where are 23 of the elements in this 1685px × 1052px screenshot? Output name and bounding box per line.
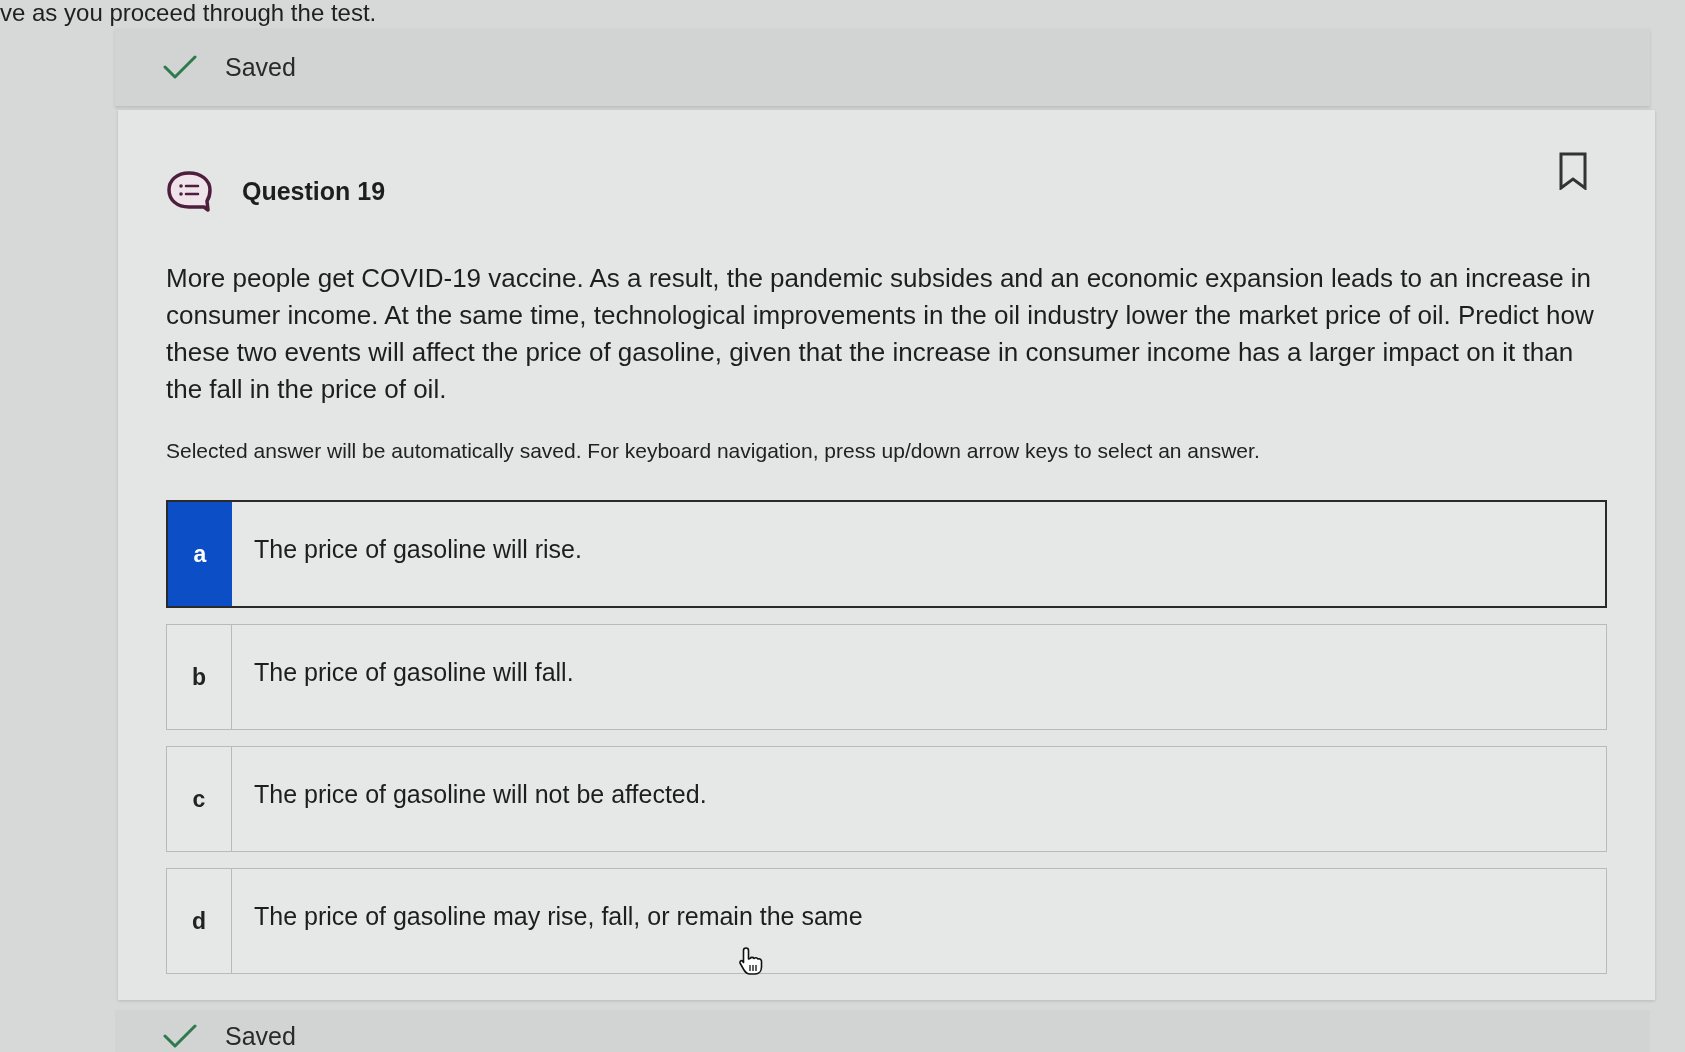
option-text: The price of gasoline will fall. — [254, 657, 574, 687]
question-text: More people get COVID-19 vaccine. As a result, the pandemic subsides and an economic expansion leads to an increase in consumer income. At the same time, technological improvements in the oil industry lower the market price of oil. Predict how these two events will affect the price of gasoline, given that the increase in consumer income has a larger impact on it than the fall in the price of oil. — [166, 262, 1595, 406]
answer-option[interactable]: c The price of gasoline will not be affected. — [166, 746, 1607, 852]
option-letter: b — [167, 625, 232, 729]
save-status-text: Saved — [225, 1021, 296, 1051]
option-text: The price of gasoline will rise. — [254, 534, 582, 564]
answer-option[interactable]: d The price of gasoline may rise, fall, or remain the same — [166, 868, 1607, 974]
bookmark-icon[interactable] — [1559, 152, 1587, 190]
option-text: The price of gasoline may rise, fall, or remain the same — [254, 901, 863, 931]
question-list-icon — [166, 170, 212, 212]
check-icon — [163, 1023, 197, 1049]
instructions-fragment: ve as you proceed through the test. — [0, 0, 378, 26]
answer-option[interactable]: b The price of gasoline will fall. — [166, 624, 1607, 730]
instructions-text: Selected answer will be automatically saved. For keyboard navigation, press up/down arrow keys to select an answer. — [166, 438, 1261, 464]
option-text: The price of gasoline will not be affected. — [254, 779, 707, 809]
question-title: Question 19 — [242, 176, 386, 206]
answer-option[interactable]: a The price of gasoline will rise. — [166, 500, 1607, 608]
option-letter: d — [167, 869, 232, 973]
check-icon — [163, 54, 197, 80]
hand-cursor-icon — [738, 946, 764, 976]
option-letter: c — [167, 747, 232, 851]
save-status-text: Saved — [225, 52, 296, 82]
option-letter: a — [168, 502, 232, 606]
